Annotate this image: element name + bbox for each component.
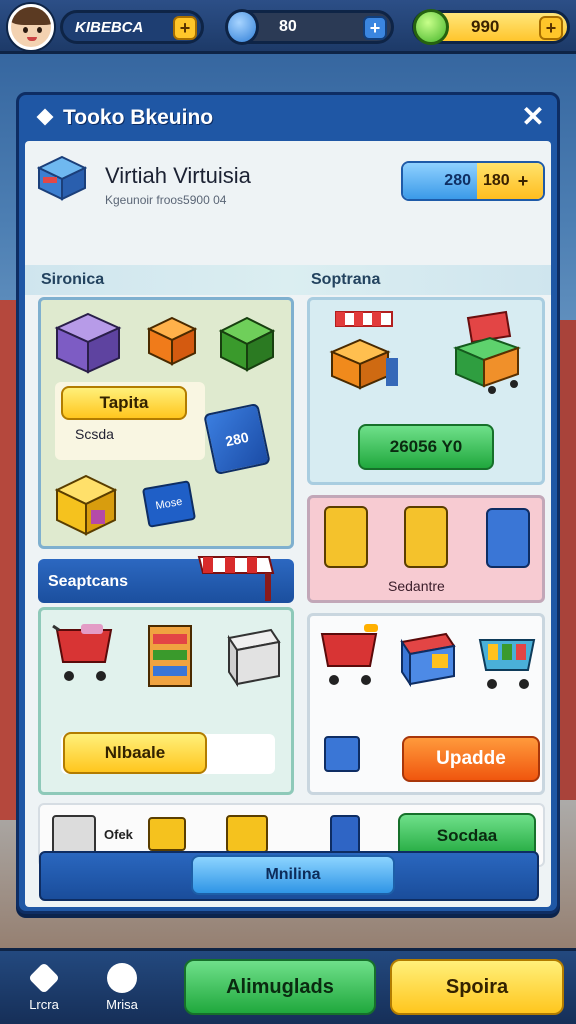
purple-booth-icon bbox=[54, 312, 122, 374]
resource-counter[interactable]: 280 180 + bbox=[401, 161, 545, 201]
red-cart-icon bbox=[320, 624, 378, 685]
top-hud: KIBEBCA + 80 + 990 + bbox=[0, 0, 576, 54]
bottom-nav: Lrcra Mrisa Alimuglads Spoira bbox=[0, 948, 576, 1024]
blue-sign-icon: Mose bbox=[141, 480, 197, 528]
player-avatar[interactable] bbox=[8, 4, 54, 50]
freezer-icon bbox=[227, 628, 281, 688]
nav-item-1[interactable]: Lrcra bbox=[12, 959, 76, 1021]
shop-card-atm[interactable]: Sedantre bbox=[307, 495, 545, 603]
coin-amount: 990 bbox=[471, 17, 500, 36]
nav-green-label: Alimuglads bbox=[226, 975, 334, 998]
close-button[interactable]: ✕ bbox=[519, 103, 547, 132]
market-stand-icon bbox=[329, 311, 398, 390]
nblaale-button[interactable]: Nlbaale bbox=[63, 732, 207, 774]
coin-icon bbox=[413, 9, 449, 45]
nblaale-label: Nlbaale bbox=[104, 743, 166, 762]
section-label-3: Seaptcans bbox=[48, 573, 129, 590]
counter-b-value: 180 bbox=[483, 172, 510, 189]
pink-card-label: Sedantre bbox=[388, 578, 445, 594]
diamond-icon bbox=[36, 108, 54, 126]
update-label: Upadde bbox=[436, 748, 506, 769]
display-bin-icon bbox=[400, 632, 456, 688]
panel-header: Tooko Bkeuino ✕ bbox=[19, 95, 557, 141]
phone-price: 280 bbox=[223, 428, 251, 450]
shopping-cart-icon bbox=[52, 624, 113, 681]
profile-icon bbox=[107, 963, 137, 993]
nav-label-1: Lrcra bbox=[29, 997, 59, 1012]
awning-icon bbox=[197, 556, 275, 601]
footer-button[interactable]: Mnilina bbox=[191, 855, 395, 895]
atm-icon bbox=[324, 506, 368, 568]
shelf-icon bbox=[148, 625, 192, 687]
loaded-cart-icon bbox=[478, 639, 536, 689]
nav-orange-label: Spoira bbox=[445, 975, 509, 998]
section-label-2: Soptrana bbox=[311, 271, 381, 288]
tag-badge[interactable]: Tapita bbox=[61, 386, 187, 420]
coin-counter: 990 + bbox=[412, 9, 570, 45]
yellow-box-icon bbox=[148, 817, 186, 851]
price-button-label: 26056 Y0 bbox=[389, 437, 463, 456]
nav-orange-button[interactable]: Spoira bbox=[390, 959, 564, 1015]
shop-card-carts[interactable]: Nlbaale bbox=[38, 607, 294, 795]
nav-label-2: Mrisa bbox=[106, 997, 138, 1012]
price-button[interactable]: 26056 Y0 bbox=[358, 424, 494, 470]
green-stall-icon bbox=[218, 316, 276, 372]
nav-item-2[interactable]: Mrisa bbox=[90, 959, 154, 1021]
blue-machine-icon bbox=[486, 508, 530, 568]
panel-body: Virtiah Virtuisia Kgeunoir froos5900 04 … bbox=[25, 141, 551, 907]
store-title: Virtiah Virtuisia bbox=[105, 163, 251, 188]
counter-plus: + bbox=[517, 170, 529, 191]
shop-card-market[interactable]: 26056 Y0 bbox=[307, 297, 545, 485]
store-cube-icon bbox=[37, 155, 87, 201]
phone-price-icon: 280 bbox=[203, 402, 271, 476]
gift-box-icon bbox=[226, 815, 268, 853]
strip-tile-text: Ofek bbox=[104, 827, 133, 842]
gem-icon bbox=[225, 9, 259, 45]
crate-icon bbox=[52, 815, 96, 855]
update-button[interactable]: Upadde bbox=[402, 736, 540, 782]
gem-amount: 80 bbox=[279, 18, 297, 35]
tag-caption: Scsda bbox=[75, 426, 114, 442]
add-name-button[interactable]: + bbox=[173, 16, 197, 40]
add-coins-button[interactable]: + bbox=[539, 16, 563, 40]
shop-card-upgrade[interactable]: Upadde bbox=[307, 613, 545, 795]
shop-card-booths[interactable]: Tapita Scsda 280 Mose bbox=[38, 297, 294, 549]
player-name: KIBEBCA bbox=[75, 18, 144, 36]
background-building-left bbox=[0, 300, 16, 820]
background-building-right bbox=[560, 320, 576, 800]
tag-icon bbox=[28, 962, 60, 994]
footer-bar: Mnilina bbox=[39, 851, 539, 901]
add-gems-button[interactable]: + bbox=[363, 16, 387, 40]
cart-bin-icon bbox=[453, 310, 521, 394]
blue-crate-icon bbox=[324, 736, 360, 772]
panel-title: Tooko Bkeuino bbox=[63, 106, 214, 129]
player-name-pill[interactable]: KIBEBCA + bbox=[60, 10, 204, 44]
soclaa-label: Socdaa bbox=[436, 826, 498, 845]
orange-kiosk-icon bbox=[146, 316, 198, 366]
footer-label: Mnilina bbox=[265, 866, 321, 883]
vending-icon bbox=[404, 506, 448, 568]
store-panel: Tooko Bkeuino ✕ Virtiah Virtuisia Kgeuno… bbox=[16, 92, 560, 914]
sign-text: Mose bbox=[154, 495, 184, 513]
nav-green-button[interactable]: Alimuglads bbox=[184, 959, 376, 1015]
store-subtitle: Kgeunoir froos5900 04 bbox=[105, 193, 227, 207]
gem-counter: 80 + bbox=[225, 9, 394, 45]
counter-a-value: 280 bbox=[444, 172, 471, 189]
yellow-shop-icon bbox=[54, 474, 118, 536]
tag-badge-label: Tapita bbox=[99, 393, 149, 412]
section-label-1: Sironica bbox=[41, 271, 105, 288]
